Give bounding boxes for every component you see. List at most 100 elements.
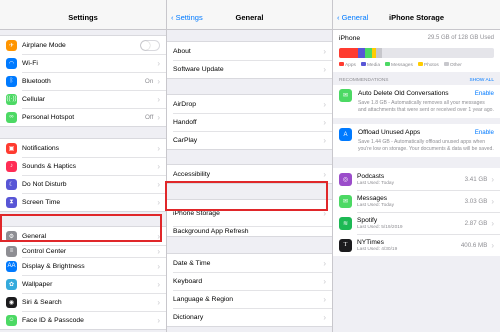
airdrop-group: AirDrop › Handoff › CarPlay › <box>167 94 332 150</box>
chevron-right-icon: › <box>323 117 326 127</box>
chevron-right-icon: › <box>491 196 494 206</box>
chevron-right-icon: › <box>157 197 160 207</box>
row-label: Display & Brightness <box>22 262 85 270</box>
chevron-right-icon: › <box>157 246 160 256</box>
general-row-carplay[interactable]: CarPlay › <box>167 131 332 149</box>
settings-row-siri[interactable]: ◉ Siri & Search › <box>0 293 166 311</box>
row-label: Notifications <box>22 144 60 152</box>
app-last-used: Last Used: Today <box>357 202 394 208</box>
enable-button[interactable]: Enable <box>475 129 494 136</box>
settings-row-face-id[interactable]: ☺ Face ID & Passcode › <box>0 311 166 329</box>
general-row-iphone-storage[interactable]: iPhone Storage › <box>167 200 332 226</box>
row-label: Face ID & Passcode <box>22 316 84 324</box>
page-title: Settings <box>68 13 98 22</box>
row-label: iPhone Storage <box>173 209 220 217</box>
general-row-software-update[interactable]: Software Update › <box>167 60 332 78</box>
settings-row-wifi[interactable]: ◠ Wi-Fi › <box>0 54 166 72</box>
legend-label: Messages <box>391 63 413 68</box>
settings-row-display[interactable]: AA Display & Brightness › <box>0 257 166 275</box>
legend-item-other: Other <box>443 62 462 68</box>
app-name: NYTimes <box>357 238 384 246</box>
general-nav-bar: ‹ Settings General <box>167 9 332 30</box>
row-label: Date & Time <box>173 259 211 267</box>
row-label: Background App Refresh <box>173 227 249 235</box>
general-row-language[interactable]: Language & Region › <box>167 290 332 308</box>
cellular-icon: ((·)) <box>6 93 17 105</box>
row-label: Wi-Fi <box>22 59 38 67</box>
recommendations-label: RECOMMENDATIONS <box>339 78 389 83</box>
chevron-right-icon: › <box>323 46 326 56</box>
storage-segment-other <box>376 48 383 58</box>
row-label: Keyboard <box>173 277 203 285</box>
airplane-icon: ✈ <box>6 39 17 51</box>
control-center-icon: ≡ <box>6 245 17 257</box>
settings-row-notifications[interactable]: ▣ Notifications › <box>0 139 166 157</box>
podcasts-icon: ◎ <box>339 172 352 186</box>
general-row-about[interactable]: About › <box>167 42 332 60</box>
chevron-right-icon: › <box>491 240 494 250</box>
app-row-spotify[interactable]: ≋ Spotify Last Used: 5/19/2019 2.87 GB › <box>333 212 500 235</box>
app-last-used: Last Used: 5/19/2019 <box>357 224 403 230</box>
general-row-accessibility[interactable]: Accessibility › <box>167 165 332 183</box>
page-title: iPhone Storage <box>388 13 444 22</box>
legend-label: Photos <box>423 63 439 68</box>
chevron-right-icon: › <box>157 112 160 122</box>
wifi-icon: ◠ <box>6 57 17 69</box>
storage-summary: iPhone 29.5 GB of 128 GB Used Apps Media… <box>333 30 500 72</box>
general-row-background-refresh[interactable]: Background App Refresh <box>167 226 332 236</box>
settings-row-sounds[interactable]: ♪ Sounds & Haptics › <box>0 157 166 175</box>
storage-segment-apps <box>339 48 358 58</box>
settings-row-do-not-disturb[interactable]: ☾ Do Not Disturb › <box>0 175 166 193</box>
page-title: General <box>235 13 264 22</box>
chevron-right-icon: › <box>157 76 160 86</box>
settings-row-hotspot[interactable]: ∞ Personal Hotspot Off › <box>0 108 166 126</box>
display-icon: AA <box>6 260 17 272</box>
row-label: Screen Time <box>22 198 61 206</box>
nytimes-icon: T <box>339 238 352 252</box>
chevron-right-icon: › <box>323 64 326 74</box>
settings-row-bluetooth[interactable]: ᛒ Bluetooth On › <box>0 72 166 90</box>
settings-row-airplane-mode[interactable]: ✈ Airplane Mode <box>0 36 166 54</box>
settings-row-control-center[interactable]: ≡ Control Center › <box>0 245 166 257</box>
settings-row-screen-time[interactable]: ⧗ Screen Time › <box>0 193 166 211</box>
chevron-right-icon: › <box>157 297 160 307</box>
moon-icon: ☾ <box>6 178 17 190</box>
settings-row-wallpaper[interactable]: ✿ Wallpaper › <box>0 275 166 293</box>
row-label: Bluetooth <box>22 77 51 85</box>
row-label: Cellular <box>22 95 46 103</box>
chevron-right-icon: › <box>323 99 326 109</box>
general-row-dictionary[interactable]: Dictionary › <box>167 308 332 326</box>
general-row-airdrop[interactable]: AirDrop › <box>167 95 332 113</box>
general-row-handoff[interactable]: Handoff › <box>167 113 332 131</box>
recommendation-description: Save 1.44 GB - Automatically offload unu… <box>358 139 494 152</box>
chevron-right-icon: › <box>491 174 494 184</box>
row-label: About <box>173 47 191 55</box>
row-label: CarPlay <box>173 136 198 144</box>
chevron-right-icon: › <box>323 169 326 179</box>
settings-row-general[interactable]: ⚙ General › <box>0 227 166 245</box>
airplane-mode-toggle[interactable] <box>140 39 160 51</box>
settings-nav-bar: Settings <box>0 9 166 30</box>
connectivity-group: ✈ Airplane Mode ◠ Wi-Fi › ᛒ Bluetooth On… <box>0 35 166 127</box>
row-label: Sounds & Haptics <box>22 162 77 170</box>
general-row-keyboard[interactable]: Keyboard › <box>167 272 332 290</box>
general-group: ⚙ General › ≡ Control Center › AA Displa… <box>0 226 166 330</box>
settings-row-cellular[interactable]: ((·)) Cellular › <box>0 90 166 108</box>
recommendation-title: Auto Delete Old Conversations <box>358 90 449 97</box>
enable-button[interactable]: Enable <box>475 90 494 97</box>
chevron-right-icon: › <box>157 58 160 68</box>
app-size: 3.03 GB <box>464 197 488 205</box>
row-label: Dictionary <box>173 313 204 321</box>
chevron-right-icon: › <box>157 231 160 241</box>
about-group: About › Software Update › <box>167 41 332 79</box>
app-row-podcasts[interactable]: ◎ Podcasts Last Used: Today 3.41 GB › <box>333 168 500 191</box>
notifications-group: ▣ Notifications › ♪ Sounds & Haptics › ☾… <box>0 138 166 212</box>
app-last-used: Last Used: 4/30/19 <box>357 246 398 252</box>
app-row-nytimes[interactable]: T NYTimes Last Used: 4/30/19 400.6 MB › <box>333 234 500 257</box>
app-row-messages[interactable]: ✉ Messages Last Used: Today 3.03 GB › <box>333 190 500 213</box>
app-list: ◎ Podcasts Last Used: Today 3.41 GB › ✉ M… <box>333 168 500 257</box>
general-row-date-time[interactable]: Date & Time › <box>167 254 332 272</box>
row-label: General <box>22 232 47 240</box>
show-all-link[interactable]: SHOW ALL <box>469 78 494 83</box>
notifications-icon: ▣ <box>6 142 17 154</box>
